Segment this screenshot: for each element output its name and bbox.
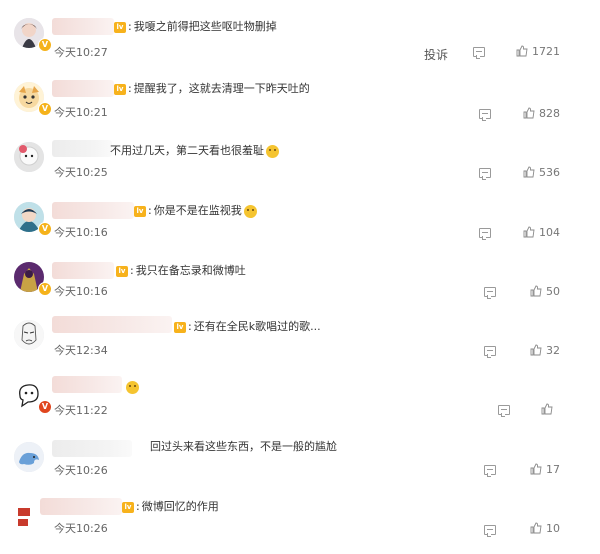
comment-text: lv: 还有在全民k歌唱过的歌... [174, 320, 321, 334]
like-button[interactable]: 17 [530, 463, 560, 476]
comment-text: 回过头来看这些东西，不是一般的尴尬 [150, 440, 337, 453]
comment-item: V lv: 你是不是在监视我 今天10:16 104 [0, 198, 600, 256]
emoji-icon [126, 380, 139, 394]
avatar[interactable] [14, 442, 44, 472]
comment-time: 今天11:22 [54, 404, 108, 417]
username-redacted[interactable] [52, 262, 114, 279]
level-badge-icon: lv [174, 321, 186, 333]
thumbs-up-icon [530, 344, 542, 356]
verified-badge-icon: V [38, 282, 52, 296]
username-redacted[interactable] [40, 498, 122, 515]
comment-icon[interactable] [484, 525, 496, 537]
thumbs-up-icon [530, 285, 542, 297]
comment-item: lv: 微博回忆的作用 今天10:26 10 [0, 496, 600, 554]
like-button[interactable]: 50 [530, 285, 560, 298]
comment-text [124, 380, 139, 394]
level-badge-icon: lv [114, 21, 126, 33]
comment-time: 今天10:16 [54, 285, 108, 298]
comment-item: lv: 还有在全民k歌唱过的歌... 今天12:34 32 [0, 316, 600, 374]
username-redacted[interactable] [52, 80, 114, 97]
thumbs-up-icon [523, 226, 535, 238]
like-button[interactable]: 32 [530, 344, 560, 357]
comment-text: lv: 我嗄之前得把这些呕吐物删掉 [114, 20, 277, 34]
comment-text: lv: 提醒我了，这就去清理一下昨天吐的 [114, 82, 310, 96]
comment-text: lv: 我只在备忘录和微博吐 [116, 264, 246, 278]
username-redacted[interactable] [52, 316, 172, 333]
comment-time: 今天10:16 [54, 226, 108, 239]
thumbs-up-icon [523, 107, 535, 119]
comment-icon[interactable] [479, 228, 491, 240]
comment-text: 不用过几天，第二天看也很羞耻 [110, 144, 279, 158]
comment-time: 今天10:26 [54, 464, 108, 477]
comment-icon[interactable] [479, 168, 491, 180]
like-button[interactable]: 536 [523, 166, 560, 179]
like-button[interactable]: 1721 [516, 45, 560, 58]
comment-time: 今天10:26 [54, 522, 108, 535]
comment-item: 回过头来看这些东西，不是一般的尴尬 今天10:26 17 [0, 438, 600, 496]
comment-time: 今天12:34 [54, 344, 108, 357]
report-link[interactable]: 投诉 [424, 46, 448, 63]
username-redacted[interactable] [52, 18, 114, 35]
comment-icon[interactable] [484, 465, 496, 477]
username-redacted[interactable] [52, 440, 132, 457]
comment-icon[interactable] [498, 405, 510, 417]
thumbs-up-icon [523, 166, 535, 178]
avatar[interactable] [14, 142, 44, 172]
like-button[interactable]: 828 [523, 107, 560, 120]
verified-badge-icon: V [38, 102, 52, 116]
username-redacted[interactable] [52, 202, 134, 219]
like-button[interactable] [541, 403, 557, 416]
thumbs-up-icon [541, 403, 553, 415]
thumbs-up-icon [516, 45, 528, 57]
comment-text: lv: 微博回忆的作用 [122, 500, 219, 514]
crying-emoji-icon [266, 144, 279, 158]
comment-item: V 今天11:22 [0, 376, 600, 434]
avatar[interactable]: V [14, 82, 52, 116]
comment-time: 今天10:25 [54, 166, 108, 179]
avatar[interactable]: V [14, 202, 52, 236]
comment-text: lv: 你是不是在监视我 [134, 204, 257, 218]
thumbs-up-icon [530, 522, 542, 534]
comment-time: 今天10:21 [54, 106, 108, 119]
level-badge-icon: lv [116, 265, 128, 277]
comment-item: V lv: 我只在备忘录和微博吐 今天10:16 50 [0, 258, 600, 316]
avatar[interactable]: V [14, 18, 52, 52]
comment-time: 今天10:27 [54, 46, 108, 59]
level-badge-icon: lv [122, 501, 134, 513]
comment-icon[interactable] [484, 287, 496, 299]
username-redacted[interactable] [52, 376, 122, 393]
avatar[interactable]: V [14, 262, 52, 296]
verified-badge-icon: V [38, 400, 52, 414]
like-button[interactable]: 104 [523, 226, 560, 239]
username-redacted[interactable] [52, 140, 112, 157]
level-badge-icon: lv [114, 83, 126, 95]
level-badge-icon: lv [134, 205, 146, 217]
verified-badge-icon: V [38, 38, 52, 52]
comment-item: 不用过几天，第二天看也很羞耻 今天10:25 536 [0, 138, 600, 196]
verified-badge-icon: V [38, 222, 52, 236]
comment-item: V lv: 提醒我了，这就去清理一下昨天吐的 今天10:21 828 [0, 76, 600, 134]
comment-icon[interactable] [484, 346, 496, 358]
smirk-emoji-icon [243, 204, 257, 218]
comment-icon[interactable] [473, 47, 485, 59]
avatar[interactable]: V [14, 380, 52, 414]
like-button[interactable]: 10 [530, 522, 560, 535]
comment-icon[interactable] [479, 109, 491, 121]
avatar[interactable] [14, 320, 44, 350]
thumbs-up-icon [530, 463, 542, 475]
comment-item: V lv: 我嗄之前得把这些呕吐物删掉 今天10:27 投诉 1721 [0, 14, 600, 72]
